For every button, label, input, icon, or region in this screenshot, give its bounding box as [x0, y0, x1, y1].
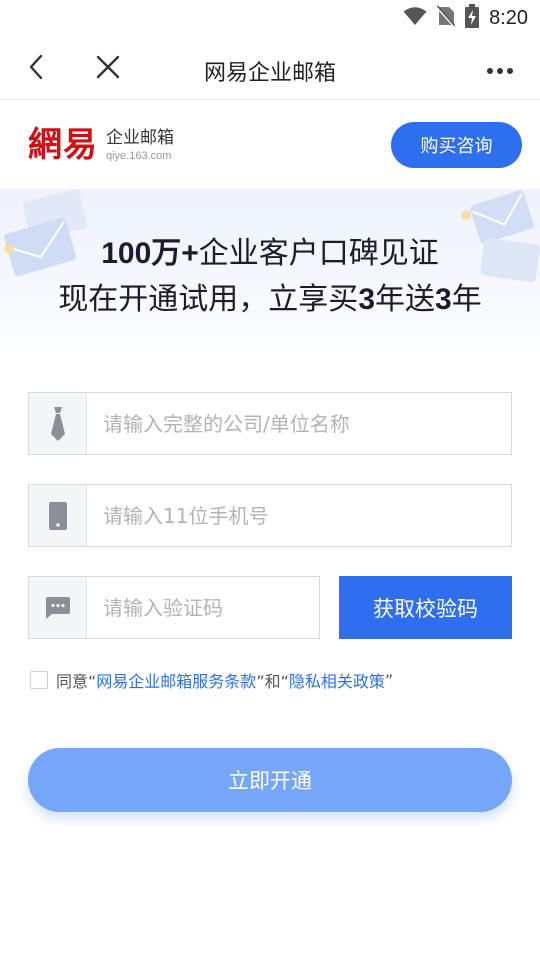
headline-line-1: 100万+企业客户口碑见证: [101, 236, 439, 271]
agreement-middle: ”和“: [256, 672, 289, 691]
verification-code-field: [28, 576, 320, 639]
logo-text: 企业邮箱 qiye.163.com: [106, 127, 174, 163]
status-icons: 8:20: [403, 4, 528, 32]
more-button[interactable]: [482, 53, 518, 85]
agreement-checkbox[interactable]: [30, 671, 48, 689]
battery-charging-icon: [465, 4, 480, 32]
tie-icon: [29, 393, 87, 454]
terms-link[interactable]: 网易企业邮箱服务条款: [96, 668, 256, 692]
netease-logo: 網易 企业邮箱 qiye.163.com: [28, 125, 174, 165]
phone-field: [28, 484, 512, 547]
message-icon: [29, 577, 87, 638]
get-code-button[interactable]: 获取校验码: [339, 576, 512, 639]
status-time: 8:20: [489, 6, 528, 29]
logo-domain: qiye.163.com: [106, 150, 172, 162]
phone-icon: [29, 485, 87, 546]
nav-bar: 网易企业邮箱: [0, 38, 540, 100]
agreement-row: 同意“ 网易企业邮箱服务条款 ”和“ 隐私相关政策 ”: [30, 668, 393, 692]
agreement-prefix: 同意“: [56, 672, 97, 691]
page-title: 网易企业邮箱: [203, 61, 336, 86]
no-sim-icon: [436, 5, 456, 31]
verification-code-input[interactable]: [88, 577, 319, 638]
more-icon: [486, 60, 514, 79]
logo-mark: 網易: [28, 125, 98, 165]
brand-row: 網易 企业邮箱 qiye.163.com 购买咨询: [0, 101, 540, 189]
agreement-suffix: ”: [384, 670, 394, 690]
hero-banner: 100万+企业客户口碑见证 现在开通试用，立享买3年送3年: [0, 189, 540, 359]
status-bar: 8:20: [0, 0, 540, 38]
activate-button[interactable]: 立即开通: [28, 748, 512, 812]
company-field: [28, 392, 512, 455]
banner-headline: 100万+企业客户口碑见证 现在开通试用，立享买3年送3年: [0, 231, 540, 323]
privacy-link[interactable]: 隐私相关政策: [289, 668, 385, 692]
purchase-consult-button[interactable]: 购买咨询: [391, 122, 522, 168]
phone-input[interactable]: [88, 485, 511, 546]
company-input[interactable]: [88, 393, 511, 454]
headline-line-2: 现在开通试用，立享买3年送3年: [58, 282, 482, 317]
logo-name: 企业邮箱: [106, 128, 174, 148]
wifi-icon: [403, 6, 427, 30]
